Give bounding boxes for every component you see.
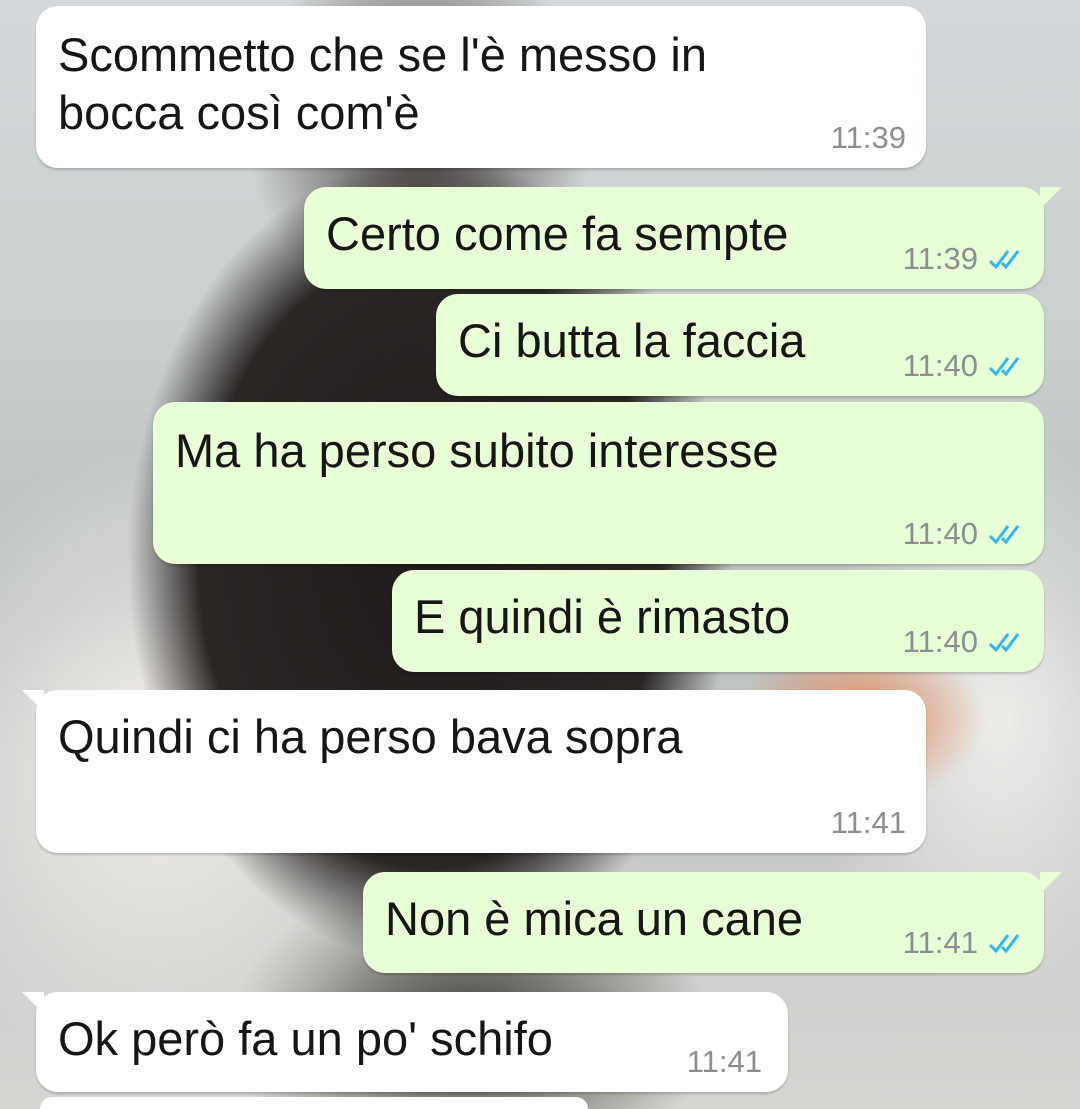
message-meta: 11:41 [831,805,906,841]
message-text: Ok però fa un po' schifo [58,1012,553,1065]
message-bubble-outgoing[interactable]: Non è mica un cane 11:41 [363,872,1062,973]
message-text: Ma ha perso subito interesse [175,424,779,477]
message-bubble-incoming[interactable]: Ok però fa un po' schifo 11:41 [22,992,788,1092]
message-time: 11:40 [902,516,978,551]
message-bubble-incoming[interactable]: Scommetto che se l'è messo in bocca così… [36,6,926,168]
message-text: Non è mica un cane [385,892,804,945]
message-text: E quindi è rimasto [414,590,791,643]
message-bubble-outgoing[interactable]: Ci butta la faccia 11:40 [436,294,1044,396]
message-time: 11:41 [830,805,906,840]
double-check-icon [988,250,1020,270]
message-time: 11:40 [902,348,978,383]
message-text: Quindi ci ha perso bava sopra [58,710,683,763]
double-check-icon [988,934,1020,954]
message-time: 11:39 [830,120,906,155]
message-bubble-outgoing[interactable]: E quindi è rimasto 11:40 [392,570,1044,672]
double-check-icon [988,633,1020,653]
message-time: 11:41 [686,1044,762,1079]
message-bubble-outgoing[interactable]: Certo come fa sempte 11:39 [304,187,1062,289]
message-time: 11:41 [902,925,978,960]
message-text: Ci butta la faccia [458,314,806,367]
message-meta: 11:41 [687,1044,762,1080]
message-meta: 11:41 [903,925,1024,961]
double-check-icon [988,525,1020,545]
message-time: 11:40 [902,624,978,659]
message-text: Scommetto che se l'è messo in bocca così… [58,28,707,139]
message-meta: 11:40 [903,624,1024,660]
message-meta: 11:39 [831,120,906,156]
double-check-icon [988,357,1020,377]
message-meta: 11:40 [903,348,1024,384]
message-bubble-partial[interactable] [40,1097,588,1109]
message-meta: 11:39 [903,241,1024,277]
message-text: Certo come fa sempte [326,207,789,260]
message-meta: 11:40 [903,516,1024,552]
message-time: 11:39 [902,241,978,276]
message-bubble-incoming[interactable]: Quindi ci ha perso bava sopra 11:41 [22,690,926,853]
message-bubble-outgoing[interactable]: Ma ha perso subito interesse 11:40 [153,402,1044,564]
